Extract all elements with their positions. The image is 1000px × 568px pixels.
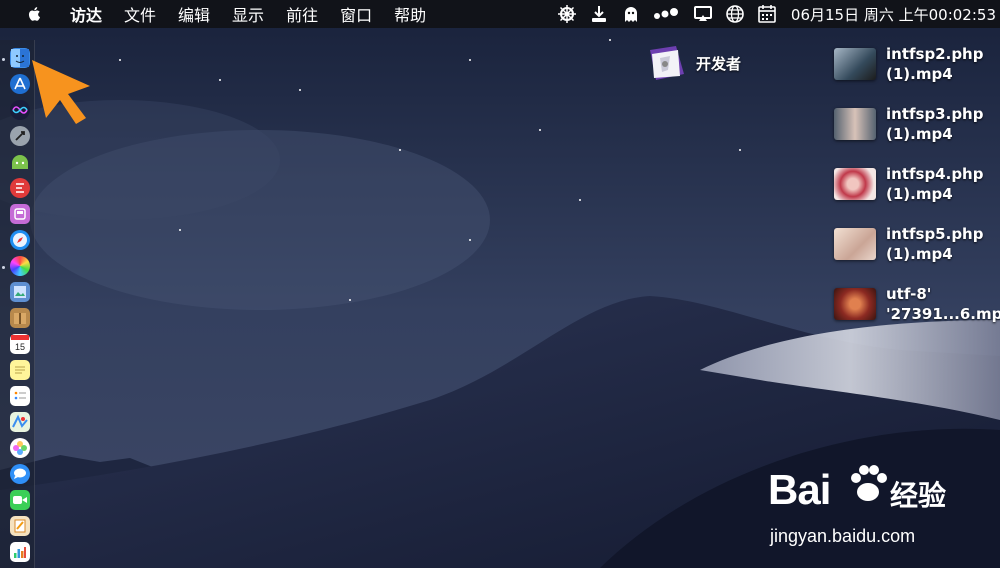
desktop: 访达 文件 编辑 显示 前往 窗口 帮助 06月15日 周六 上午00:02:5… [0,0,1000,568]
dock-numbers-icon[interactable] [10,542,30,562]
calendar-icon[interactable] [757,4,777,24]
watermark-suffix: 经验 [890,479,947,512]
desktop-file-item[interactable]: utf-8' '27391...6.mp4 [834,284,1000,324]
dock-maps-icon[interactable] [10,412,30,432]
watermark-brand: Bai [768,466,831,513]
video-thumbnail [834,288,876,320]
pointer-arrow-icon [32,60,90,124]
dock-finder-icon[interactable] [10,48,30,68]
svg-text:15: 15 [15,342,25,352]
menu-edit[interactable]: 编辑 [178,2,210,26]
menu-window[interactable]: 窗口 [340,2,372,26]
globe-icon[interactable] [725,4,745,24]
dock-app-red-icon[interactable] [10,178,30,198]
file-name: intfsp2.php (1).mp4 [886,45,984,83]
menubar-clock[interactable]: 06月15日 周六 上午00:02:53 [791,4,996,25]
dock-reminders-icon[interactable] [10,386,30,406]
developer-folder-icon [650,46,684,80]
file-name: intfsp3.php (1).mp4 [886,105,984,143]
dock-android-studio-icon[interactable] [10,152,30,172]
desktop-file-item[interactable]: intfsp3.php (1).mp4 [834,104,983,144]
dock-messages-icon[interactable] [10,464,30,484]
dock-chrome-like-icon[interactable] [10,256,30,276]
display-mirror-icon[interactable] [693,4,713,24]
running-indicator [2,58,5,61]
dock-launchpad-icon[interactable] [10,126,30,146]
video-thumbnail [834,48,876,80]
ghost-icon[interactable] [621,4,641,24]
dock-archive-icon[interactable] [10,308,30,328]
desktop-file-item[interactable]: intfsp2.php (1).mp4 [834,44,983,84]
dock-preview-icon[interactable] [10,282,30,302]
menu-help[interactable]: 帮助 [394,2,426,26]
video-thumbnail [834,168,876,200]
dock-facetime-icon[interactable] [10,490,30,510]
developer-folder-label: 开发者 [696,54,742,73]
menu-go[interactable]: 前往 [286,2,318,26]
ship-wheel-icon[interactable] [557,4,577,24]
menu-bar: 访达 文件 编辑 显示 前往 窗口 帮助 06月15日 周六 上午00:02:5… [0,0,1000,28]
paw-logo-icon [851,465,887,501]
download-icon[interactable] [589,4,609,24]
dock-photos-icon[interactable] [10,438,30,458]
dock-siri-icon[interactable] [10,100,30,120]
dock-app-purple-icon[interactable] [10,204,30,224]
menu-view[interactable]: 显示 [232,2,264,26]
desktop-file-item[interactable]: intfsp4.php (1).mp4 [834,164,983,204]
desktop-file-item[interactable]: intfsp5.php (1).mp4 [834,224,983,264]
file-name: intfsp5.php (1).mp4 [886,225,984,263]
baidu-watermark: Bai 经验 jingyan.baidu.com [760,460,1000,560]
dots-icon[interactable] [653,4,681,24]
dock-safari-icon[interactable] [10,230,30,250]
file-name: intfsp4.php (1).mp4 [886,165,984,203]
dock-app-store-icon[interactable] [10,74,30,94]
status-area: 06月15日 周六 上午00:02:53 [557,0,996,28]
dock-notes-icon[interactable] [10,360,30,380]
menu-finder[interactable]: 访达 [70,2,102,26]
video-thumbnail [834,108,876,140]
menu-file[interactable]: 文件 [124,2,156,26]
file-name: utf-8' '27391...6.mp4 [886,285,1000,323]
running-indicator [2,266,5,269]
desktop-developer-folder[interactable]: 开发者 [646,44,741,82]
dock-pages-icon[interactable] [10,516,30,536]
watermark-url: jingyan.baidu.com [770,526,916,546]
video-thumbnail [834,228,876,260]
apple-icon[interactable] [26,5,44,23]
dock-calendar-icon[interactable]: 15 [10,334,30,354]
